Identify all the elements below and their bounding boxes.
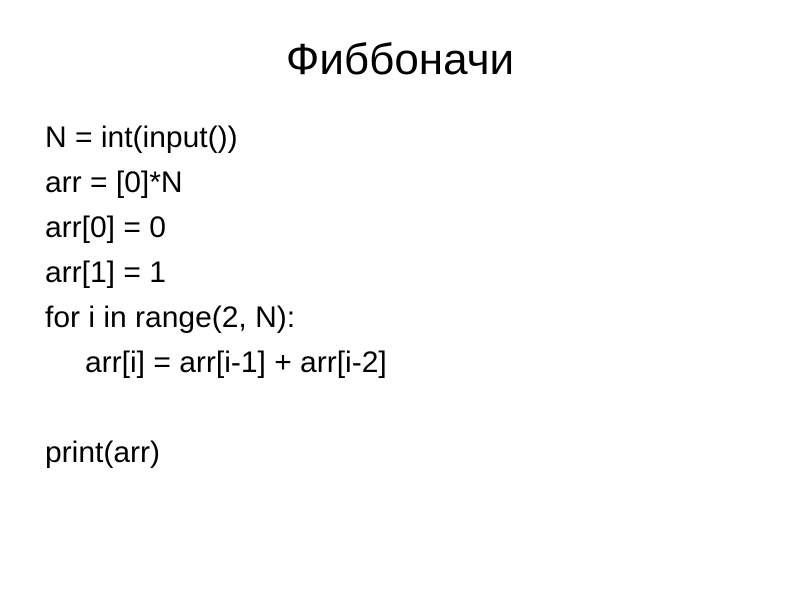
- code-line: arr[0] = 0: [45, 205, 760, 250]
- code-line: for i in range(2, N):: [45, 295, 760, 340]
- blank-line: [45, 385, 760, 430]
- code-line: N = int(input()): [45, 115, 760, 160]
- code-line: print(arr): [45, 430, 760, 475]
- slide-title: Фиббоначи: [40, 35, 760, 85]
- code-line: arr = [0]*N: [45, 160, 760, 205]
- code-line: arr[1] = 1: [45, 250, 760, 295]
- code-line-indented: arr[i] = arr[i-1] + arr[i-2]: [45, 340, 760, 385]
- code-block: N = int(input()) arr = [0]*N arr[0] = 0 …: [40, 115, 760, 475]
- slide-container: Фиббоначи N = int(input()) arr = [0]*N a…: [0, 0, 800, 600]
